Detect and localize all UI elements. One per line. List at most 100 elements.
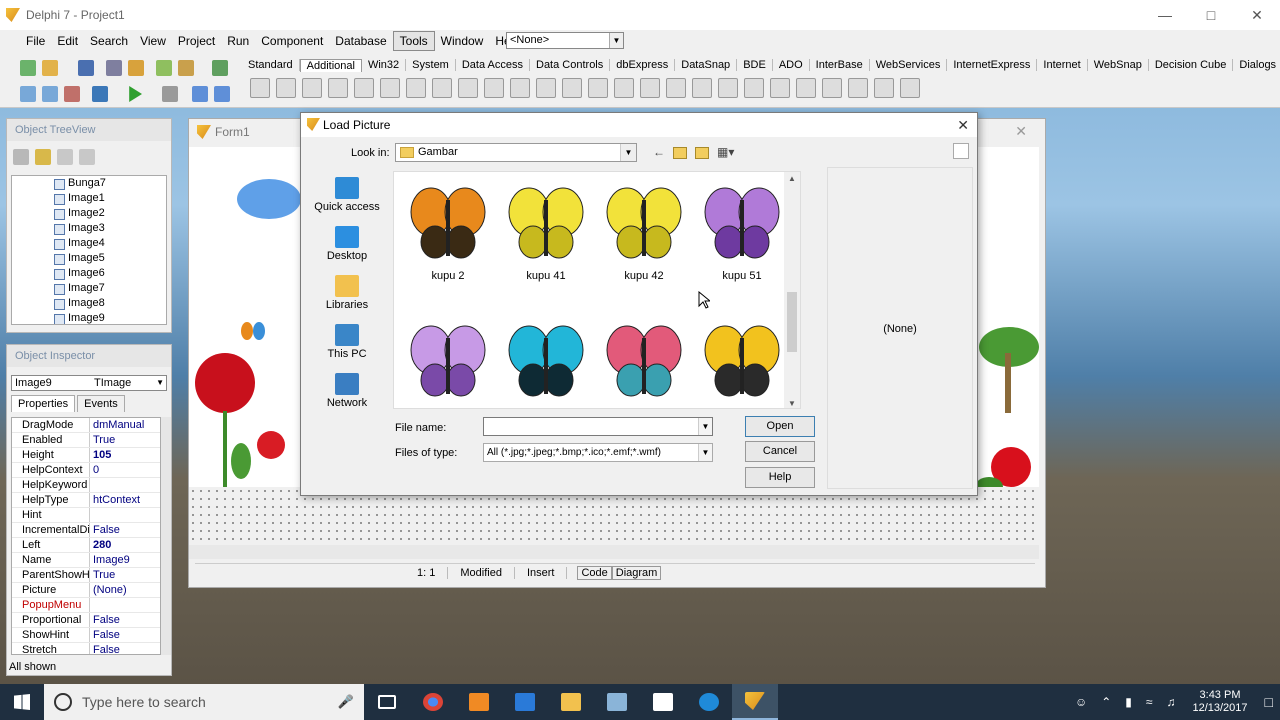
wifi-icon[interactable]: ≈ <box>1139 695 1160 709</box>
clock[interactable]: 3:43 PM 12/13/2017 <box>1182 689 1257 715</box>
menu-item-database[interactable]: Database <box>329 32 392 50</box>
taskbar-chrome[interactable] <box>410 684 456 720</box>
scrollbox-icon[interactable] <box>484 78 504 98</box>
checklistbox-icon[interactable] <box>510 78 530 98</box>
palette-tab-internet[interactable]: Internet <box>1037 59 1088 71</box>
scroll-up-icon[interactable]: ▲ <box>788 174 796 183</box>
maximize-icon[interactable]: □ <box>1188 0 1234 30</box>
start-button[interactable] <box>0 684 44 720</box>
file-item[interactable]: kupu 42 <box>596 180 692 290</box>
property-row[interactable]: ShowHint False <box>12 628 160 643</box>
property-value[interactable]: (None) <box>90 583 127 597</box>
actionmanager-icon[interactable] <box>744 78 764 98</box>
property-row[interactable]: Height 105 <box>12 448 160 463</box>
property-value[interactable]: False <box>90 628 120 642</box>
palette-tab-bde[interactable]: BDE <box>737 59 773 71</box>
palette-tab-additional[interactable]: Additional <box>299 58 362 72</box>
view-menu-icon[interactable]: ▦▾ <box>717 145 734 159</box>
place-desktop[interactable]: Desktop <box>311 220 383 269</box>
tree-item[interactable]: Image1 <box>12 191 166 206</box>
remove-file-icon[interactable] <box>178 60 194 76</box>
property-row[interactable]: Hint <box>12 508 160 523</box>
taskbar-search[interactable]: Type here to search 🎤 <box>44 684 364 720</box>
palette-tab-ado[interactable]: ADO <box>773 59 810 71</box>
tab-diagram[interactable]: Diagram <box>611 565 662 580</box>
tree-item[interactable]: Image4 <box>12 236 166 251</box>
open-button[interactable]: Open <box>745 416 815 437</box>
chevron-down-icon[interactable]: ▼ <box>609 33 623 48</box>
microphone-icon[interactable]: 🎤 <box>338 694 354 710</box>
arrow-up-icon[interactable] <box>57 149 73 165</box>
scrollbar-thumb[interactable] <box>787 292 797 352</box>
desktop-config-combo[interactable]: <None> ▼ <box>506 32 624 49</box>
help-book-icon[interactable] <box>212 60 228 76</box>
chevron-down-icon[interactable]: ▼ <box>620 144 636 161</box>
scroll-down-icon[interactable]: ▼ <box>788 399 796 408</box>
valuelisteditor-icon[interactable] <box>640 78 660 98</box>
horizontal-scrollbar[interactable] <box>189 545 1039 559</box>
palette-tab-interbase[interactable]: InterBase <box>810 59 870 71</box>
palette-tab-datasnap[interactable]: DataSnap <box>675 59 738 71</box>
applicationevents-icon[interactable] <box>614 78 634 98</box>
taskbar-media[interactable] <box>456 684 502 720</box>
customizedlg-icon[interactable] <box>900 78 920 98</box>
trace-into-icon[interactable] <box>192 86 208 102</box>
close-icon[interactable]: ✕ <box>1234 0 1280 30</box>
chevron-up-icon[interactable]: ⌃ <box>1094 695 1118 709</box>
place-libraries[interactable]: Libraries <box>311 269 383 318</box>
file-item[interactable]: kupu 2 <box>400 180 496 290</box>
property-row[interactable]: Proportional False <box>12 613 160 628</box>
xpcolormap-icon[interactable] <box>822 78 842 98</box>
standardcolormap-icon[interactable] <box>848 78 868 98</box>
palette-tab-internetexpress[interactable]: InternetExpress <box>947 59 1038 71</box>
colorbox-icon[interactable] <box>692 78 712 98</box>
shape-icon[interactable] <box>432 78 452 98</box>
tree-list[interactable]: Bunga7 Image1 Image2 Image3 Image4 Image5 Imag… <box>11 175 167 325</box>
look-in-combo[interactable]: Gambar ▼ <box>395 143 637 162</box>
new-folder-icon[interactable] <box>695 147 709 159</box>
form-design-grid[interactable] <box>189 487 1039 547</box>
volume-icon[interactable]: ♫ <box>1159 695 1182 709</box>
menu-item-view[interactable]: View <box>134 32 172 50</box>
bevel-icon[interactable] <box>458 78 478 98</box>
new-form-icon[interactable] <box>92 86 108 102</box>
actionmainmenubar-icon[interactable] <box>770 78 790 98</box>
palette-tab-dbexpress[interactable]: dbExpress <box>610 59 676 71</box>
twilightcolormap-icon[interactable] <box>874 78 894 98</box>
taskbar-explorer[interactable] <box>548 684 594 720</box>
property-row[interactable]: Stretch False <box>12 643 160 654</box>
property-row[interactable]: HelpType htContext <box>12 493 160 508</box>
property-row[interactable]: IncrementalDispFalse <box>12 523 160 538</box>
tree-item[interactable]: Image8 <box>12 296 166 311</box>
palette-tab-dialogs[interactable]: Dialogs <box>1233 59 1280 71</box>
chart-icon[interactable] <box>718 78 738 98</box>
palette-tab-system[interactable]: System <box>406 59 456 71</box>
notification-icon[interactable]: □ <box>1258 694 1280 710</box>
run-icon[interactable] <box>129 86 142 102</box>
taskbar-ie[interactable] <box>686 684 732 720</box>
property-value[interactable]: False <box>90 643 120 654</box>
property-row[interactable]: Left 280 <box>12 538 160 553</box>
save-all-icon[interactable] <box>106 60 122 76</box>
palette-tab-webservices[interactable]: WebServices <box>870 59 948 71</box>
property-grid-scrollbar[interactable] <box>161 417 171 655</box>
tree-item[interactable]: Image6 <box>12 266 166 281</box>
people-icon[interactable]: ☺ <box>1068 695 1094 709</box>
property-row[interactable]: ParentShowHintTrue <box>12 568 160 583</box>
file-list[interactable]: kupu 2 kupu 41 kupu 42 kupu 51 ▲ ▼ <box>393 171 801 409</box>
controlbar-icon[interactable] <box>588 78 608 98</box>
file-item[interactable] <box>694 318 790 408</box>
menu-item-project[interactable]: Project <box>172 32 221 50</box>
labelededit-icon[interactable] <box>666 78 686 98</box>
add-file-icon[interactable] <box>156 60 172 76</box>
maskedit-icon[interactable] <box>328 78 348 98</box>
save-icon[interactable] <box>78 60 94 76</box>
menu-item-component[interactable]: Component <box>255 32 329 50</box>
menu-item-run[interactable]: Run <box>221 32 255 50</box>
object-selector-combo[interactable]: Image9 TImage ▼ <box>11 375 167 391</box>
menu-item-file[interactable]: File <box>20 32 51 50</box>
place-network[interactable]: Network <box>311 367 383 416</box>
menu-item-window[interactable]: Window <box>435 32 490 50</box>
property-value[interactable]: 280 <box>90 538 111 552</box>
file-name-input[interactable]: ▼ <box>483 417 713 436</box>
